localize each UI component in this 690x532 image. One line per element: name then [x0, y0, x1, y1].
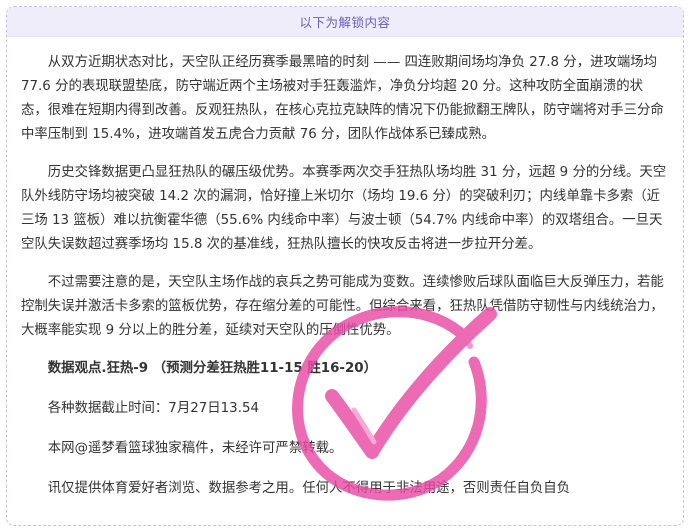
disclaimer: 讯仅提供体育爱好者浏览、数据参考之用。任何人不得用于非法用途，否则责任自负自负 [47, 481, 571, 496]
data-viewpoint: 数据观点.狂热-9 （预测分差狂热胜11-15 胜16-20） [47, 361, 377, 376]
unlock-banner: 以下为解锁内容 [7, 7, 683, 37]
paragraph-caution: 不过需要注意的是，天空队主场作战的哀兵之势可能成为变数。连续惨败后球队面临巨大反… [21, 275, 664, 338]
locked-content-card: 以下为解锁内容 从双方近期状态对比，天空队正经历赛季最黑暗的时刻 —— 四连败期… [6, 6, 684, 526]
data-deadline: 各种数据截止时间：7月27日13.54 [47, 401, 259, 416]
unlock-label: 以下为解锁内容 [299, 15, 391, 30]
paragraph-head-to-head: 历史交锋数据更凸显狂热队的碾压级优势。本赛季两次交手狂热队场均胜 31 分，远超… [21, 165, 667, 252]
copyright-notice: 本网@遥梦看篮球独家稿件，未经许可严禁转载。 [47, 441, 343, 456]
article-body: 从双方近期状态对比，天空队正经历赛季最黑暗的时刻 —— 四连败期间场均净负 27… [7, 51, 683, 517]
paragraph-form-comparison: 从双方近期状态对比，天空队正经历赛季最黑暗的时刻 —— 四连败期间场均净负 27… [21, 55, 664, 142]
